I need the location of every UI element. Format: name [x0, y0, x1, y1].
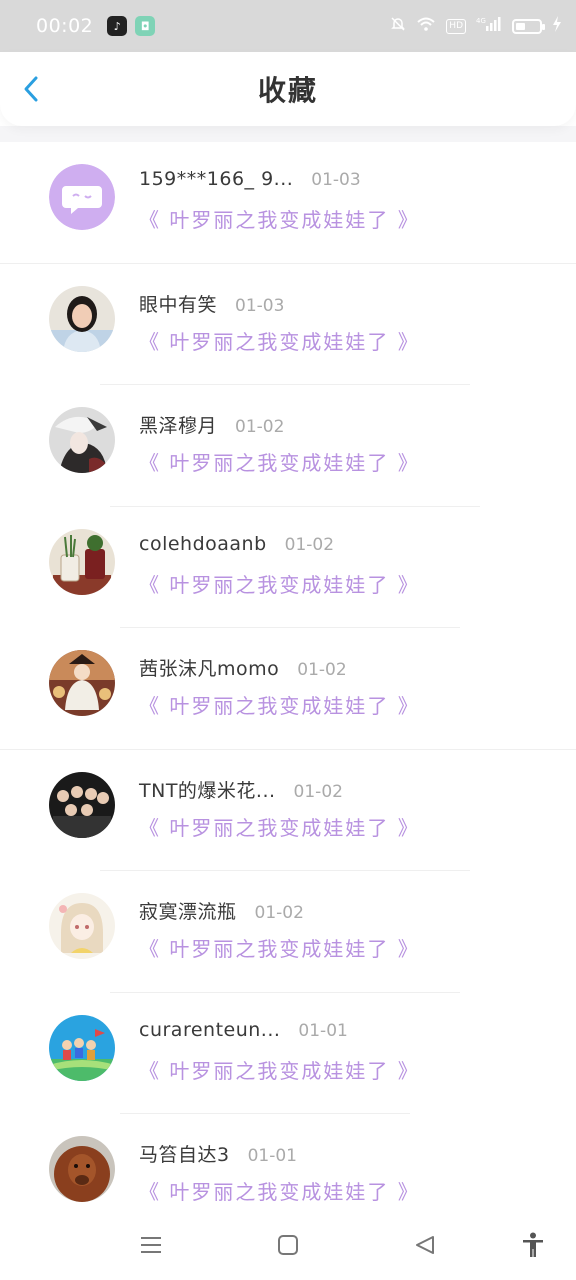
avatar[interactable] — [49, 1014, 115, 1081]
status-app-icons: ♪ ◘ — [107, 16, 156, 36]
book-title[interactable]: 《 叶罗丽之我变成娃娃了 》 — [139, 812, 420, 841]
chevron-left-icon — [24, 76, 38, 102]
favorites-list: 159***166_ 9... 01-03 《 叶罗丽之我变成娃娃了 》 眼中有… — [0, 142, 576, 1236]
favorite-date: 01-01 — [298, 1020, 348, 1041]
favorite-date: 01-03 — [235, 295, 285, 316]
home-square-icon — [278, 1235, 298, 1255]
signal-icon: 4G — [476, 16, 502, 36]
header: 收藏 — [0, 52, 576, 126]
home-button[interactable] — [273, 1230, 303, 1260]
avatar[interactable] — [49, 528, 115, 595]
book-title[interactable]: 《 叶罗丽之我变成娃娃了 》 — [139, 447, 420, 476]
network-type: 4G — [476, 17, 486, 25]
avatar[interactable] — [49, 893, 115, 959]
status-indicators: HD 4G — [390, 16, 562, 36]
hd-badge: HD — [446, 18, 466, 34]
charging-icon — [552, 16, 562, 36]
triangle-back-icon — [416, 1236, 434, 1254]
back-button[interactable] — [16, 74, 46, 104]
favorite-date: 01-02 — [297, 660, 347, 680]
list-item[interactable]: 眼中有笑 01-03 《 叶罗丽之我变成娃娃了 》 — [0, 264, 576, 385]
user-name: 眼中有笑 — [139, 293, 218, 316]
favorite-date: 01-02 — [284, 534, 335, 555]
header-gap — [0, 126, 576, 142]
wifi-icon — [416, 16, 436, 36]
menu-button[interactable] — [136, 1230, 166, 1260]
user-name: TNT的爆米花... — [139, 779, 276, 802]
list-item[interactable]: 茜张沫凡momo 01-02 《 叶罗丽之我变成娃娃了 》 — [0, 628, 576, 750]
list-item[interactable]: 159***166_ 9... 01-03 《 叶罗丽之我变成娃娃了 》 — [0, 142, 576, 264]
favorite-date: 01-03 — [311, 170, 361, 190]
accessibility-button[interactable] — [518, 1230, 548, 1260]
favorite-date: 01-02 — [254, 903, 304, 923]
menu-icon — [141, 1237, 161, 1253]
status-time: 00:02 — [36, 15, 94, 37]
avatar[interactable] — [49, 407, 115, 473]
nav-back-button[interactable] — [410, 1230, 440, 1260]
accessibility-icon — [523, 1232, 543, 1257]
book-title[interactable]: 《 叶罗丽之我变成娃娃了 》 — [139, 326, 420, 355]
list-item[interactable]: curarenteun... 01-01 《 叶罗丽之我变成娃娃了 》 — [0, 993, 576, 1114]
avatar[interactable] — [49, 650, 115, 716]
user-name: 马笞自达3 — [139, 1144, 230, 1166]
avatar[interactable] — [49, 164, 115, 230]
list-item[interactable]: 黑泽穆月 01-02 《 叶罗丽之我变成娃娃了 》 — [0, 385, 576, 507]
book-title[interactable]: 《 叶罗丽之我变成娃娃了 》 — [139, 204, 420, 233]
mute-bell-icon — [390, 16, 406, 36]
list-item[interactable]: TNT的爆米花... 01-02 《 叶罗丽之我变成娃娃了 》 — [0, 750, 576, 871]
system-nav-bar — [0, 1210, 576, 1280]
book-title[interactable]: 《 叶罗丽之我变成娃娃了 》 — [139, 933, 420, 962]
user-name: 茜张沫凡momo — [139, 658, 280, 680]
favorite-date: 01-01 — [247, 1146, 297, 1166]
avatar[interactable] — [49, 771, 115, 838]
avatar[interactable] — [49, 285, 115, 352]
favorite-date: 01-02 — [293, 781, 343, 802]
user-name: 159***166_ 9... — [139, 168, 294, 190]
list-item[interactable]: 寂寞漂流瓶 01-02 《 叶罗丽之我变成娃娃了 》 — [0, 871, 576, 993]
avatar[interactable] — [49, 1136, 115, 1202]
list-item[interactable]: colehdoaanb 01-02 《 叶罗丽之我变成娃娃了 》 — [0, 507, 576, 628]
tiktok-icon: ♪ — [107, 16, 128, 36]
status-bar: 00:02 ♪ ◘ HD 4G — [0, 0, 576, 52]
user-name: 黑泽穆月 — [139, 415, 218, 437]
book-title[interactable]: 《 叶罗丽之我变成娃娃了 》 — [139, 1176, 420, 1205]
user-name: 寂寞漂流瓶 — [139, 901, 237, 923]
page-title: 收藏 — [257, 74, 318, 107]
battery-icon — [512, 18, 545, 34]
book-title[interactable]: 《 叶罗丽之我变成娃娃了 》 — [139, 569, 420, 598]
book-title[interactable]: 《 叶罗丽之我变成娃娃了 》 — [139, 1055, 420, 1084]
user-name: colehdoaanb — [139, 532, 267, 555]
book-title[interactable]: 《 叶罗丽之我变成娃娃了 》 — [139, 690, 420, 719]
app-icon: ◘ — [135, 16, 156, 36]
favorite-date: 01-02 — [235, 417, 285, 437]
user-name: curarenteun... — [139, 1018, 281, 1041]
